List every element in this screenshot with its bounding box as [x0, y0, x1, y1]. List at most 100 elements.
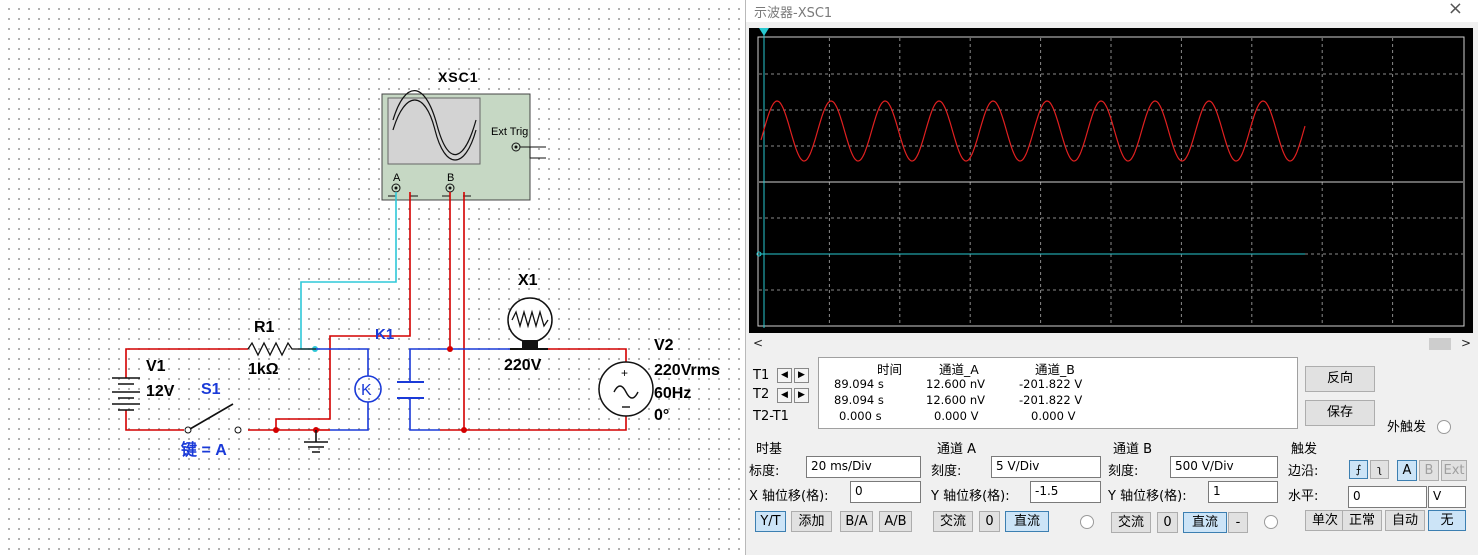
t1-left-arrow-icon[interactable]: ◀	[777, 368, 792, 383]
s1-label: S1	[201, 381, 221, 398]
t1-right-arrow-icon[interactable]: ▶	[794, 368, 809, 383]
channel-b-terminal-label: B	[447, 172, 454, 184]
timebase-scale-input[interactable]: 20 ms/Div	[806, 456, 921, 478]
t2-time: 89.094 s	[834, 393, 884, 407]
channel-a-ypos-label: Y 轴位移(格):	[931, 489, 1010, 504]
rising-edge-icon[interactable]: ⨍	[1349, 460, 1368, 479]
t2-right-arrow-icon[interactable]: ▶	[794, 388, 809, 403]
svg-text:+: +	[621, 366, 628, 380]
r1-value: 1kΩ	[248, 361, 279, 378]
window-title: 示波器-XSC1	[754, 6, 833, 21]
header-channel-b: 通道_B	[1035, 362, 1075, 377]
x1-label: X1	[518, 272, 538, 289]
channel-b-zero-button[interactable]: 0	[1157, 512, 1178, 533]
scroll-left-icon[interactable]: <	[753, 336, 763, 350]
wire-v1[interactable]	[125, 348, 248, 431]
channel-b-ypos-input[interactable]: 1	[1208, 481, 1278, 503]
channel-b-ypos-label: Y 轴位移(格):	[1108, 489, 1187, 504]
t1-label: T1	[753, 368, 770, 383]
battery-v1[interactable]	[112, 377, 140, 411]
trigger-edge-label: 边沿:	[1288, 464, 1319, 479]
scope-display[interactable]	[749, 28, 1473, 333]
mode-ab-button[interactable]: A/B	[879, 511, 912, 532]
trigger-level-input[interactable]: 0	[1348, 486, 1427, 508]
header-channel-a: 通道_A	[939, 362, 979, 377]
t2-left-arrow-icon[interactable]: ◀	[777, 388, 792, 403]
timebase-scale-label: 标度:	[749, 464, 780, 479]
t2-channel-a: 12.600 nV	[926, 393, 986, 407]
measurement-readout: 时间 通道_A 通道_B 89.094 s 12.600 nV -201.822…	[818, 357, 1298, 429]
channel-a-ac-button[interactable]: 交流	[933, 511, 973, 532]
scope-name-label: XSC1	[438, 69, 479, 85]
channel-a-dc-button[interactable]: 直流	[1005, 511, 1049, 532]
mode-yt-button[interactable]: Y/T	[755, 511, 786, 532]
mode-add-button[interactable]: 添加	[791, 511, 832, 532]
resistor-r1[interactable]	[247, 341, 316, 357]
wire-red-1[interactable]	[275, 192, 411, 430]
wire-relay-contact[interactable]	[409, 348, 440, 431]
scroll-right-icon[interactable]: >	[1461, 336, 1471, 350]
t2-t1-label: T2-T1	[753, 409, 789, 424]
mode-ba-button[interactable]: B/A	[840, 511, 873, 532]
timebase-title: 时基	[756, 442, 783, 457]
t2-channel-b: -201.822 V	[1019, 393, 1083, 407]
channel-b-minus-button[interactable]: -	[1228, 512, 1248, 533]
trigger-source-a-button[interactable]: A	[1397, 460, 1417, 481]
v2-rms: 220Vrms	[654, 362, 720, 379]
v2-freq: 60Hz	[654, 385, 691, 402]
horizontal-scrollbar[interactable]: < >	[749, 336, 1473, 352]
switch-s1[interactable]	[189, 403, 234, 430]
t1-time: 89.094 s	[834, 377, 884, 391]
trigger-none-button[interactable]: 无	[1428, 510, 1466, 531]
t2-t1-channel-b: 0.000 V	[1031, 409, 1076, 423]
trigger-source-ext-button[interactable]: Ext	[1441, 460, 1467, 481]
falling-edge-icon[interactable]: ʅ	[1370, 460, 1389, 479]
v1-value: 12V	[146, 383, 175, 400]
x-position-input[interactable]: 0	[850, 481, 921, 503]
x1-value: 220V	[504, 357, 542, 374]
t2-t1-time: 0.000 s	[839, 409, 882, 423]
v2-label: V2	[654, 337, 674, 354]
channel-a-scale-input[interactable]: 5 V/Div	[991, 456, 1101, 478]
channel-b-dc-button[interactable]: 直流	[1183, 512, 1227, 533]
circuit-schematic: XSC1 Ext Trig A B K K1 R1 1kΩ V1 12V S1 …	[112, 69, 720, 459]
window-titlebar[interactable]: 示波器-XSC1 ×	[746, 0, 1478, 22]
t1-channel-b: -201.822 V	[1019, 377, 1083, 391]
channel-b-scale-input[interactable]: 500 V/Div	[1170, 456, 1278, 478]
ext-trigger-radio[interactable]	[1437, 420, 1451, 434]
close-icon[interactable]: ×	[1448, 0, 1463, 19]
channel-a-radio[interactable]	[1080, 515, 1094, 529]
scope-grid	[759, 38, 1463, 326]
t1-channel-a: 12.600 nV	[926, 377, 986, 391]
t2-label: T2	[753, 387, 770, 402]
channel-a-zero-button[interactable]: 0	[979, 511, 1000, 532]
channel-a-ypos-input[interactable]: -1.5	[1030, 481, 1101, 503]
ext-trig-label: Ext Trig	[491, 126, 528, 138]
trigger-single-button[interactable]: 单次	[1305, 510, 1345, 531]
r1-label: R1	[254, 319, 275, 336]
t2-t1-channel-a: 0.000 V	[934, 409, 979, 423]
trigger-title: 触发	[1291, 442, 1318, 457]
trigger-normal-button[interactable]: 正常	[1342, 510, 1382, 531]
reverse-button[interactable]: 反向	[1305, 366, 1375, 392]
channel-b-scale-label: 刻度:	[1108, 464, 1139, 479]
save-button[interactable]: 保存	[1305, 400, 1375, 426]
trigger-auto-button[interactable]: 自动	[1385, 510, 1425, 531]
ground-symbol[interactable]	[304, 430, 328, 453]
ext-trigger-label: 外触发	[1387, 420, 1427, 435]
wire-channel-b[interactable]	[449, 192, 465, 430]
trigger-level-label: 水平:	[1288, 489, 1319, 504]
channel-a-scale-label: 刻度:	[931, 464, 962, 479]
channel-b-title: 通道 B	[1113, 442, 1153, 457]
channel-a-terminal-label: A	[393, 172, 401, 184]
trigger-source-b-button[interactable]: B	[1419, 460, 1439, 481]
v2-phase: 0°	[654, 407, 669, 424]
channel-a-title: 通道 A	[937, 442, 977, 457]
s1-key-label: 键 = A	[180, 440, 227, 459]
x-position-label: X 轴位移(格):	[749, 489, 829, 504]
channel-b-ac-button[interactable]: 交流	[1111, 512, 1151, 533]
relay-coil-letter: K	[361, 382, 372, 399]
channel-b-radio[interactable]	[1264, 515, 1278, 529]
trigger-level-unit[interactable]: V	[1428, 486, 1466, 508]
scroll-thumb[interactable]	[1429, 338, 1451, 350]
